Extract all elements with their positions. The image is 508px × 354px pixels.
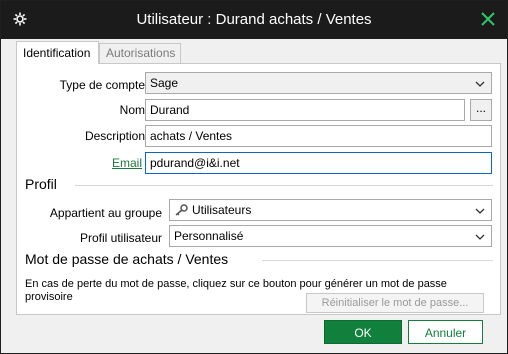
email-link[interactable]: Email	[17, 156, 142, 170]
account-type-select[interactable]: Sage	[145, 72, 492, 94]
group-value: Utilisateurs	[192, 203, 252, 217]
user-dialog: Utilisateur : Durand achats / Ventes Ide…	[0, 0, 508, 354]
password-section-title: Mot de passe de achats / Ventes	[25, 251, 229, 267]
email-field[interactable]: pdurand@i&i.net	[145, 152, 492, 174]
name-field[interactable]: Durand	[145, 99, 465, 121]
chevron-down-icon	[475, 231, 485, 241]
title-bar[interactable]: Utilisateur : Durand achats / Ventes	[1, 1, 507, 39]
profile-section-title: Profil	[25, 176, 57, 192]
account-type-label: Type de compte	[59, 78, 145, 92]
ok-button[interactable]: OK	[324, 320, 402, 344]
close-button[interactable]	[475, 7, 501, 33]
chevron-down-icon	[475, 78, 485, 88]
close-icon	[480, 11, 496, 30]
user-profile-value: Personnalisé	[174, 229, 244, 243]
name-more-button[interactable]: ...	[470, 99, 492, 121]
cancel-button[interactable]: Annuler	[408, 320, 483, 344]
user-profile-label: Profil utilisateur	[79, 231, 162, 245]
tab-autorisations[interactable]: Autorisations	[99, 43, 181, 63]
password-divider	[262, 260, 493, 261]
window-title: Utilisateur : Durand achats / Ventes	[136, 11, 372, 28]
reset-password-button[interactable]: Réinitialiser le mot de passe...	[306, 293, 484, 313]
key-icon	[174, 204, 188, 219]
group-label: Appartient au groupe	[49, 206, 162, 220]
description-label: Description	[84, 129, 145, 143]
identification-panel: Type de compte Sage Nom Durand ... Descr…	[16, 63, 501, 315]
chevron-down-icon	[475, 205, 485, 215]
account-type-value: Sage	[150, 76, 179, 90]
name-label: Nom	[119, 103, 145, 117]
profile-divider	[75, 185, 493, 186]
group-select[interactable]: Utilisateurs	[169, 199, 492, 221]
description-field[interactable]: achats / Ventes	[145, 125, 492, 147]
user-profile-select[interactable]: Personnalisé	[169, 225, 492, 247]
tab-identification[interactable]: Identification	[16, 41, 99, 64]
